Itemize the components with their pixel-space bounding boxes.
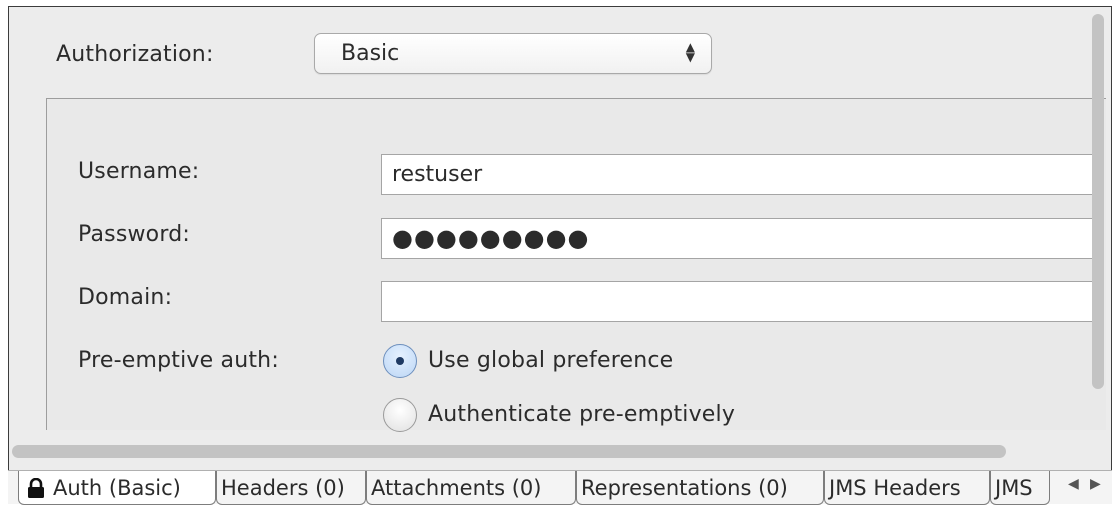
tab-scroll-left-icon[interactable]: ◀ xyxy=(1068,476,1079,492)
tab-scroll-right-icon[interactable]: ▶ xyxy=(1090,476,1101,492)
tab-label: Representations (0) xyxy=(581,476,788,500)
domain-label: Domain: xyxy=(78,285,173,310)
username-field[interactable]: restuser xyxy=(381,154,1101,195)
horizontal-scrollbar[interactable] xyxy=(12,445,1006,458)
tab-label: Attachments (0) xyxy=(371,476,542,500)
username-label: Username: xyxy=(78,159,200,184)
domain-field[interactable] xyxy=(381,281,1101,322)
basic-auth-panel xyxy=(46,98,1106,430)
radio-use-global-preference[interactable] xyxy=(383,344,417,378)
vertical-scrollbar[interactable] xyxy=(1092,14,1104,389)
tab-auth-basic[interactable]: Auth (Basic) xyxy=(18,471,216,505)
tab-label: JMS Headers xyxy=(829,476,961,500)
radio-label-authenticate-preemptively: Authenticate pre-emptively xyxy=(428,402,736,427)
password-label: Password: xyxy=(78,222,190,247)
tab-bar: Auth (Basic) Headers (0) Attachments (0)… xyxy=(8,470,1112,505)
tab-label: Headers (0) xyxy=(221,476,345,500)
password-field[interactable]: ●●●●●●●●● xyxy=(381,218,1101,259)
tab-attachments[interactable]: Attachments (0) xyxy=(366,471,576,505)
radio-label-use-global-preference: Use global preference xyxy=(428,348,674,373)
authorization-select[interactable]: Basic ▲ ▼ xyxy=(314,33,712,74)
select-arrows-icon: ▲ ▼ xyxy=(685,40,695,64)
tab-jms-headers[interactable]: JMS Headers xyxy=(824,471,990,505)
tab-jms[interactable]: JMS xyxy=(990,471,1050,505)
tab-representations[interactable]: Representations (0) xyxy=(576,471,824,505)
authorization-label: Authorization: xyxy=(56,42,214,67)
radio-selected-dot xyxy=(396,357,404,365)
tab-headers[interactable]: Headers (0) xyxy=(216,471,366,505)
authorization-selected-value: Basic xyxy=(341,41,400,66)
preemptive-auth-label: Pre-emptive auth: xyxy=(78,348,279,373)
tab-label: Auth (Basic) xyxy=(53,476,181,500)
lock-icon xyxy=(28,478,44,498)
radio-authenticate-preemptively[interactable] xyxy=(383,398,417,432)
tab-label: JMS xyxy=(995,476,1033,500)
